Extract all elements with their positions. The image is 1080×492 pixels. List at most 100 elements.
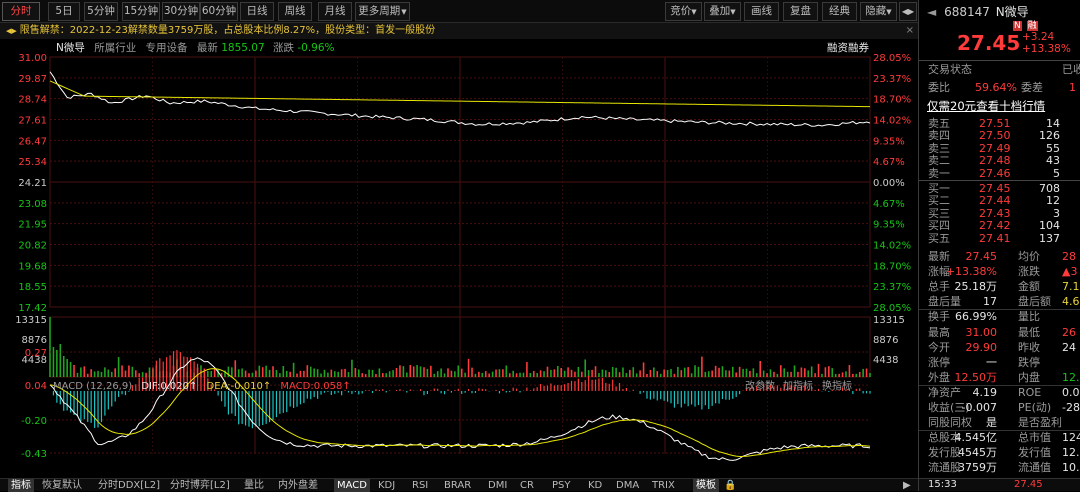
indicator-tab-10[interactable]: DMI	[488, 479, 507, 492]
lock-icon[interactable]: 🔒	[724, 479, 736, 492]
stat-value: 12.50万	[954, 370, 998, 384]
percent-tick-label: 18.70%	[873, 95, 911, 106]
bids-row[interactable]: 买五 27.41 137	[919, 232, 1080, 246]
overlay-button[interactable]: 叠加▼	[704, 2, 741, 21]
indicator-tab-15[interactable]: TRIX	[652, 479, 675, 492]
expand-icon[interactable]: ◄	[927, 5, 936, 19]
stats-row: 收益(三) -0.007 PE(动) -287	[919, 401, 1080, 415]
price-tick-label: 27.61	[18, 116, 47, 127]
stat-value: 7.1	[1062, 280, 1080, 294]
indicator-tab-13[interactable]: KD	[588, 479, 602, 492]
tab-monthly[interactable]: 月线	[318, 2, 352, 21]
stat-label: 昨收	[1018, 340, 1040, 354]
indicator-tab-3[interactable]: 分时博弈[L2]	[170, 479, 230, 492]
percent-tick-label: 28.05%	[873, 303, 911, 314]
indicator-tab-9[interactable]: BRAR	[444, 479, 471, 492]
chevron-down-icon: ▼	[401, 8, 407, 16]
stat-label: 内盘	[1018, 370, 1040, 384]
stat-label: ROE	[1018, 385, 1042, 399]
percent-tick-label: 9.35%	[873, 136, 905, 147]
intraday-chart[interactable]: 31.00 28.05% 29.87 23.37% 28.74 18.70% 27.61 14…	[0, 39, 918, 478]
stat-value: -0.007	[961, 401, 997, 414]
stat-value: 28	[1062, 250, 1076, 263]
macd-tick-label: 0.04	[25, 381, 47, 392]
stat-value: 3759万	[958, 461, 997, 475]
asks-volume: 5	[1053, 166, 1060, 180]
indicator-tab-1[interactable]: 恢复默认	[42, 479, 82, 492]
indicator-tab-6[interactable]: MACD	[334, 479, 370, 492]
tab-15min[interactable]: 15分钟	[122, 2, 160, 21]
quote-panel: ◄ 688147 N微导 N 融 27.45 +3.24 +13.38% 交易状…	[918, 0, 1080, 491]
stats-row: 今开 29.90 昨收 24	[919, 341, 1080, 355]
hide-button[interactable]: 隐藏▼	[860, 2, 897, 21]
stats-row: 最高 31.00 最低 26	[919, 326, 1080, 340]
tab-5day[interactable]: 5日	[48, 2, 80, 21]
switch-indicator-button[interactable]: 换指标	[822, 381, 852, 393]
indicator-tab-12[interactable]: PSY	[552, 479, 571, 492]
price-tick-label: 18.55	[18, 282, 47, 293]
stat-label: 均价	[1018, 250, 1040, 263]
bidding-button[interactable]: 竞价▼	[665, 2, 702, 21]
stat-label: 总手	[928, 280, 950, 294]
stat-value: 是	[986, 416, 997, 430]
indicator-tab-5[interactable]: 内外盘差	[278, 479, 318, 492]
ratio-value: 59.64%	[975, 81, 1017, 94]
expand-right-icon[interactable]: ▶	[903, 479, 911, 492]
bids-label: 买五	[928, 231, 950, 245]
indicator-tab-0[interactable]: 指标	[8, 479, 34, 492]
indicator-tab-16[interactable]: 模板	[693, 479, 719, 492]
tab-weekly[interactable]: 周线	[278, 2, 312, 21]
stat-label: 总市值	[1018, 431, 1051, 445]
asks-row[interactable]: 卖一 27.46 5	[919, 167, 1080, 181]
price-tick-label: 29.87	[18, 74, 47, 85]
indicator-tab-8[interactable]: RSI	[412, 479, 428, 492]
tab-30min[interactable]: 30分钟	[162, 2, 200, 21]
edit-params-button[interactable]: 改参数	[745, 381, 775, 393]
upgrade-level2-link[interactable]: 仅需20元查看十档行情	[927, 98, 1045, 114]
tab-intraday[interactable]: 分时	[2, 2, 40, 21]
tab-60min[interactable]: 60分钟	[200, 2, 238, 21]
divider	[919, 60, 1080, 61]
indicator-tab-11[interactable]: CR	[520, 479, 534, 492]
replay-button[interactable]: 复盘	[783, 2, 818, 21]
indicator-tab-2[interactable]: 分时DDX[L2]	[98, 479, 160, 492]
close-icon[interactable]: ×	[906, 23, 914, 39]
stat-value: 124.	[1062, 431, 1080, 445]
tick-price: 27.45	[1014, 479, 1043, 490]
quote-header: ◄ 688147 N微导	[927, 3, 1077, 20]
hide-label: 隐藏	[865, 5, 887, 17]
volume-tick-label: 13315	[15, 315, 47, 326]
tab-daily[interactable]: 日线	[240, 2, 274, 21]
stats-row: 最新 27.45 均价 28	[919, 250, 1080, 264]
macd-name: MACD (12,26,9)	[53, 381, 133, 392]
classic-button[interactable]: 经典	[822, 2, 857, 21]
stat-value: 12.4	[1062, 446, 1080, 460]
divider	[919, 180, 1080, 181]
stat-label: 流通值	[1018, 461, 1051, 475]
tick-footer: 15:33 27.45	[919, 478, 1080, 491]
macd-info: MACD (12,26,9) DIF:0.020↑ DEA:-0.010↑ MA…	[53, 381, 351, 393]
asks-label: 卖一	[928, 166, 950, 180]
tab-more-periods[interactable]: 更多周期▼	[355, 2, 410, 21]
stat-value: 26	[1062, 325, 1076, 339]
indicator-tab-4[interactable]: 量比	[244, 479, 264, 492]
unlock-notice-bar: ◀▶ 限售解禁：2022-12-23解禁数量3759万股，占总股本比例8.27%，…	[0, 23, 918, 39]
add-indicator-button[interactable]: 加指标	[783, 381, 813, 393]
stat-value: 25.18万	[954, 280, 998, 294]
stat-label: 发行值	[1018, 446, 1051, 460]
stat-value: 17	[983, 295, 997, 309]
stat-value: 4545万	[958, 446, 997, 460]
stock-code: 688147	[944, 5, 990, 19]
price-tick-label: 21.95	[18, 220, 47, 231]
macd-value: MACD:0.058↑	[280, 381, 351, 392]
margin-badge: 融	[1026, 21, 1038, 31]
nav-arrows[interactable]: ◀▶	[899, 2, 917, 21]
stat-label: 净资产	[928, 385, 961, 399]
tab-5min[interactable]: 5分钟	[84, 2, 118, 21]
indicator-tab-7[interactable]: KDJ	[378, 479, 395, 492]
indicator-tab-14[interactable]: DMA	[616, 479, 639, 492]
price-tick-label: 23.08	[18, 199, 47, 210]
stat-label: 跌停	[1018, 355, 1040, 369]
percent-tick-label: 4.67%	[873, 157, 905, 168]
draw-line-button[interactable]: 画线	[744, 2, 779, 21]
